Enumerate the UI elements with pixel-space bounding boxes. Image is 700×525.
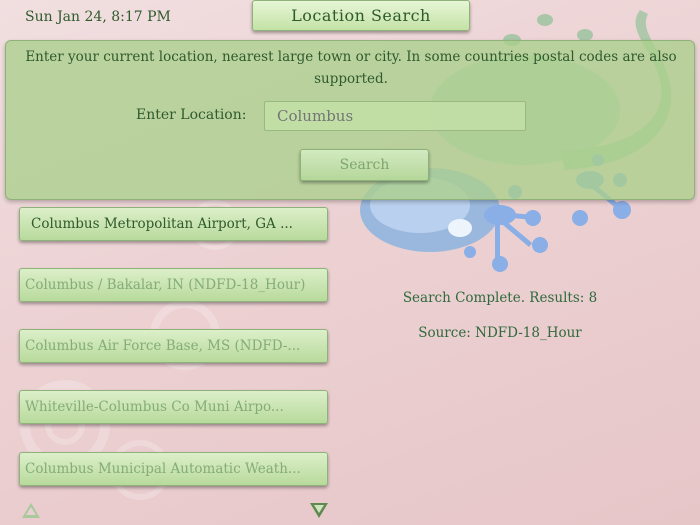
scroll-up-arrow-icon[interactable] xyxy=(22,503,40,518)
search-status: Search Complete. Results: 8 xyxy=(402,290,598,306)
location-label: Enter Location: xyxy=(136,107,247,123)
search-panel: Enter your current location, nearest lar… xyxy=(5,40,695,200)
source-label: Source: NDFD-18_Hour xyxy=(418,325,582,341)
location-input[interactable] xyxy=(264,101,526,131)
result-item[interactable]: Columbus Metropolitan Airport, GA ... xyxy=(19,207,328,241)
result-item[interactable]: Columbus Municipal Automatic Weath... xyxy=(19,452,328,486)
result-item[interactable]: Columbus Air Force Base, MS (NDFD-... xyxy=(19,329,328,363)
location-search-title: Location Search xyxy=(252,0,470,31)
search-instructions: Enter your current location, nearest lar… xyxy=(25,49,677,87)
result-item[interactable]: Columbus / Bakalar, IN (NDFD-18_Hour) xyxy=(19,268,328,302)
scroll-down-arrow-icon[interactable] xyxy=(310,503,328,518)
datetime-label: Sun Jan 24, 8:17 PM xyxy=(25,9,171,25)
result-item[interactable]: Whiteville-Columbus Co Muni Airpo... xyxy=(19,390,328,424)
search-button[interactable]: Search xyxy=(300,149,429,181)
